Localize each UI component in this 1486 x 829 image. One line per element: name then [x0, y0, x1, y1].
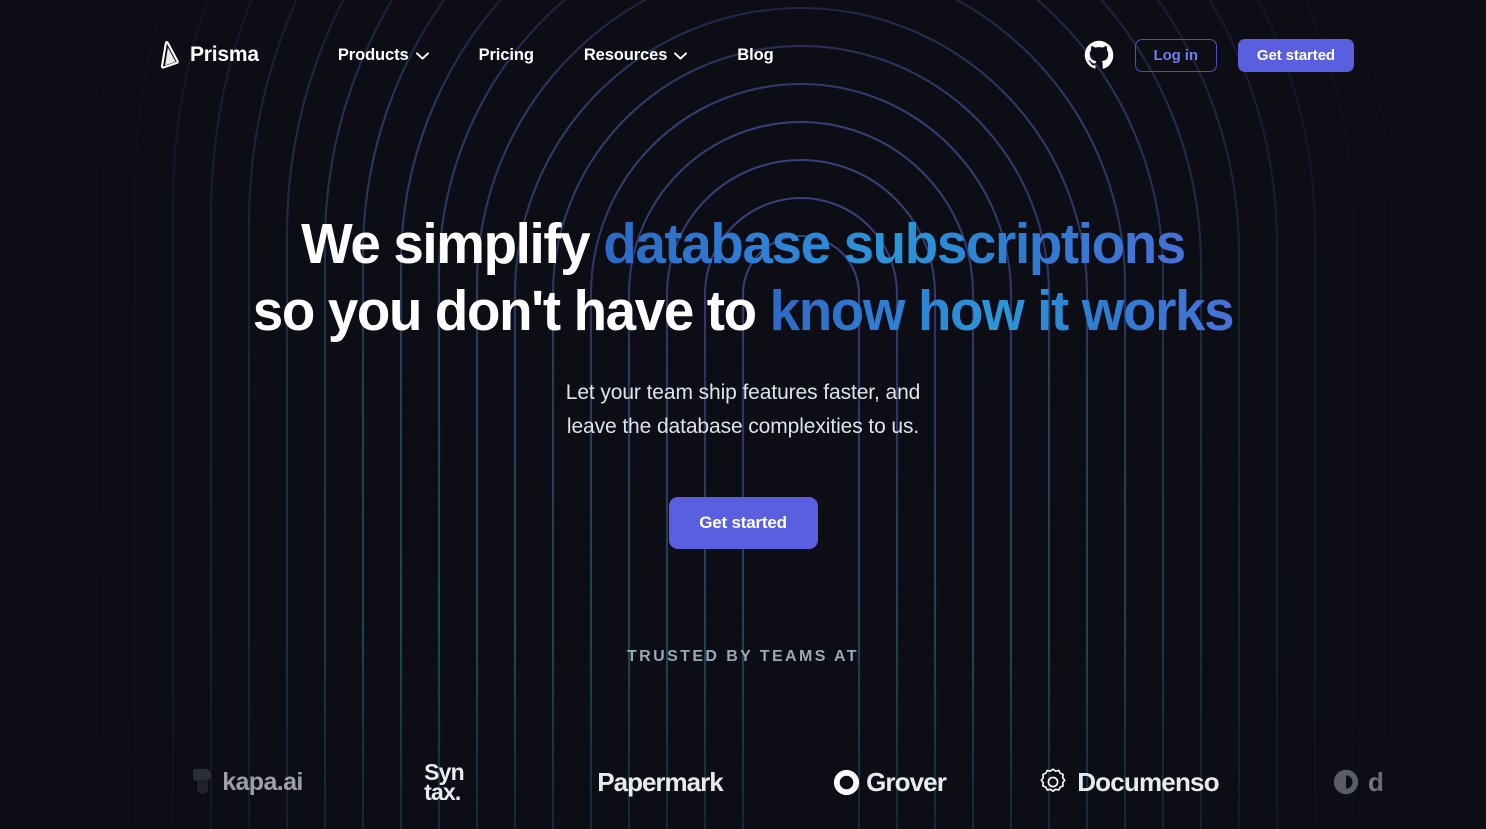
logo-kapa-ai[interactable]: kapa.ai — [150, 767, 346, 797]
top-navigation-bar: Prisma Products Pricing Resources Blog L… — [0, 0, 1486, 110]
syntax-wordmark-icon: Syn tax. — [424, 761, 465, 805]
nav-item-pricing-label: Pricing — [478, 45, 534, 64]
grover-ring-icon — [833, 769, 860, 795]
nav-get-started-button[interactable]: Get started — [1237, 38, 1354, 72]
page-title: We simplify database subscriptions so yo… — [30, 211, 1457, 345]
login-button[interactable]: Log in — [1134, 38, 1217, 72]
logo-grover[interactable]: Grover — [778, 767, 1000, 798]
hero-get-started-button[interactable]: Get started — [668, 497, 818, 549]
partial-mark-icon — [1333, 769, 1359, 795]
landing-page: Prisma Products Pricing Resources Blog L… — [0, 0, 1486, 829]
logo-grover-label: Grover — [866, 766, 947, 797]
headline-accent-1: database subscriptions — [603, 212, 1186, 276]
nav-item-products-label: Products — [337, 45, 409, 64]
headline-plain-2: so you don't have to — [252, 279, 770, 343]
nav-item-resources[interactable]: Resources — [559, 38, 712, 73]
logo-partial-label: d — [1367, 766, 1384, 797]
logo-papermark[interactable]: Papermark — [542, 767, 778, 798]
headline-line-2: so you don't have to know how it works — [252, 279, 1235, 343]
logo-papermark-label: Papermark — [597, 766, 723, 797]
brand-name: Prisma — [190, 43, 259, 66]
headline-line-1: We simplify database subscriptions — [301, 212, 1186, 276]
logo-kapa-ai-label: kapa.ai — [222, 767, 303, 796]
headline-accent-2: know how it works — [769, 279, 1235, 343]
github-icon[interactable] — [1084, 40, 1114, 70]
hero-subheading-line-2: leave the database complexities to us. — [566, 415, 920, 438]
nav-actions: Log in Get started — [1084, 38, 1354, 72]
nav-links: Products Pricing Resources Blog — [313, 38, 799, 73]
nav-item-blog-label: Blog — [737, 45, 774, 64]
chevron-down-icon — [674, 52, 688, 60]
headline-plain-1: We simplify — [301, 212, 604, 276]
nav-item-blog[interactable]: Blog — [712, 38, 798, 73]
logo-documenso[interactable]: Documenso — [1000, 767, 1258, 798]
logos-track: kapa.ai Syn tax. Papermark Grover Docume… — [0, 761, 1486, 805]
chevron-down-icon — [415, 52, 429, 60]
trusted-by-heading: TRUSTED BY TEAMS AT — [627, 648, 859, 665]
logo-partial-trailing[interactable]: d — [1258, 767, 1458, 798]
logo-syntax-line-2: tax. — [424, 779, 461, 805]
nav-item-resources-label: Resources — [583, 45, 668, 64]
kapa-mark-icon — [193, 769, 212, 794]
brand-home-link[interactable]: Prisma — [156, 41, 259, 69]
hero-subheading-line-1: Let your team ship features faster, and — [565, 381, 921, 404]
hero-subheading: Let your team ship features faster, and … — [0, 376, 1486, 444]
logo-documenso-label: Documenso — [1077, 766, 1219, 797]
nav-item-pricing[interactable]: Pricing — [454, 38, 559, 73]
trusted-logos-strip: kapa.ai Syn tax. Papermark Grover Docume… — [0, 735, 1486, 829]
logo-syntax[interactable]: Syn tax. — [346, 761, 542, 805]
prisma-logo-icon — [160, 41, 179, 69]
hero-cta-container: Get started — [0, 497, 1486, 549]
documenso-seal-icon — [1040, 768, 1066, 792]
nav-item-products[interactable]: Products — [313, 38, 454, 73]
